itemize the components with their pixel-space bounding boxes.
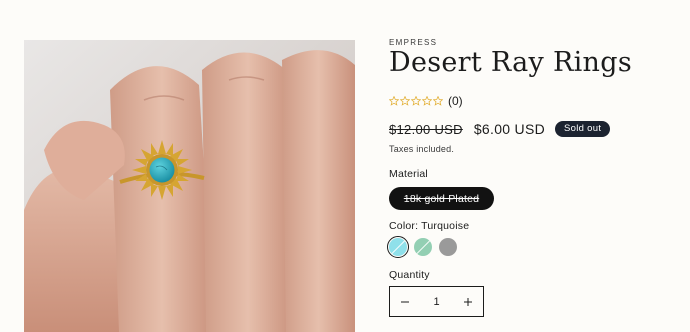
quantity-minus-button[interactable] bbox=[390, 287, 420, 316]
swatch-green[interactable] bbox=[414, 238, 432, 256]
compare-at-price: $12.00 USD bbox=[389, 121, 463, 137]
product-vendor: EMPRESS bbox=[389, 38, 438, 47]
star-outline-icon bbox=[411, 96, 421, 106]
sold-out-badge: Sold out bbox=[555, 121, 611, 137]
taxes-note: Taxes included. bbox=[389, 144, 455, 154]
rating-count: (0) bbox=[448, 94, 463, 108]
quantity-plus-button[interactable] bbox=[453, 287, 483, 316]
product-image[interactable] bbox=[24, 40, 355, 332]
product-title: Desert Ray Rings bbox=[389, 47, 632, 78]
plus-icon bbox=[464, 297, 472, 306]
unavailable-slash bbox=[414, 238, 432, 256]
ring-on-hand-photo bbox=[24, 40, 355, 332]
quantity-label: Quantity bbox=[389, 269, 430, 281]
star-outline-icon bbox=[389, 96, 399, 106]
color-swatches bbox=[386, 235, 457, 259]
product-info: EMPRESS Desert Ray Rings (0) $12.00 USD … bbox=[386, 0, 679, 332]
material-option-18k-gold-plated[interactable]: 18k gold Plated bbox=[389, 187, 494, 210]
product-rating[interactable]: (0) bbox=[389, 94, 463, 108]
star-outline-icon bbox=[433, 96, 443, 106]
sale-price: $6.00 USD bbox=[473, 121, 546, 137]
star-outline-icon bbox=[422, 96, 432, 106]
unavailable-slash bbox=[389, 238, 407, 256]
minus-icon bbox=[401, 301, 409, 302]
rating-stars bbox=[389, 96, 443, 106]
quantity-input[interactable]: 1 bbox=[420, 296, 453, 308]
star-outline-icon bbox=[400, 96, 410, 106]
swatch-turquoise[interactable] bbox=[386, 235, 410, 259]
swatch-gray[interactable] bbox=[439, 238, 457, 256]
material-label: Material bbox=[389, 168, 428, 180]
quantity-stepper: 1 bbox=[389, 286, 484, 317]
price-row: $12.00 USD $6.00 USD Sold out bbox=[389, 121, 611, 137]
color-label: Color: Turquoise bbox=[389, 220, 470, 232]
